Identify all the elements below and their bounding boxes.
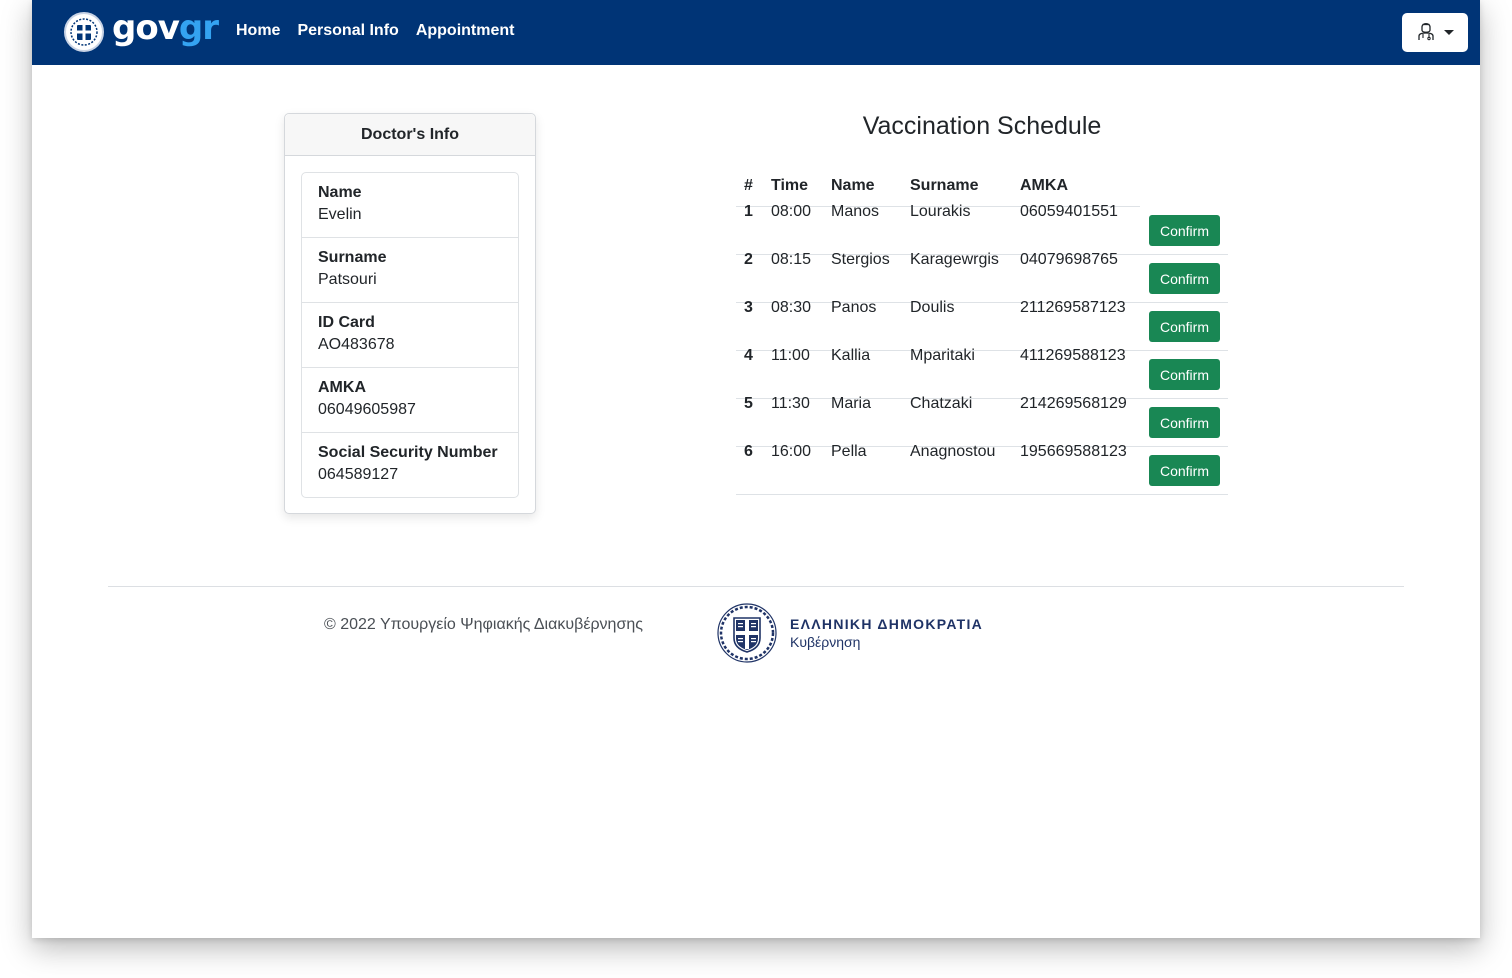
- footer-copyright: © 2022 Υπουργείο Ψηφιακής Διακυβέρνησης: [324, 616, 643, 633]
- top-navbar: govgr Home Personal Info Appointment: [32, 0, 1480, 65]
- info-value: 06049605987: [318, 401, 416, 418]
- brand-gr-text: gr: [178, 8, 219, 48]
- row-amka: 06059401551: [1020, 203, 1118, 220]
- row-number: 3: [744, 299, 753, 316]
- hellenic-republic-text: ΕΛΛΗΝΙΚΗ ΔΗΜΟΚΡΑΤΙΑ Κυβέρνηση: [790, 615, 983, 651]
- brand-gov-text: gov: [112, 8, 180, 48]
- vaccination-schedule-table: # Time Name Surname AMKA 1 08:00 Manos L…: [736, 166, 1228, 495]
- brand-wordmark: govgr: [112, 8, 219, 48]
- info-label: Name: [318, 184, 362, 201]
- hellenic-emblem-icon: [717, 603, 777, 663]
- confirm-button[interactable]: Confirm: [1149, 311, 1220, 342]
- row-surname: Mparitaki: [910, 347, 975, 364]
- row-number: 4: [744, 347, 753, 364]
- row-surname: Chatzaki: [910, 395, 973, 412]
- column-header-name: Name: [831, 177, 875, 194]
- govgr-brand-logo[interactable]: govgr: [64, 8, 219, 52]
- info-label: Social Security Number: [318, 444, 498, 461]
- nav-link-personal-info[interactable]: Personal Info: [297, 22, 398, 40]
- confirm-button[interactable]: Confirm: [1149, 407, 1220, 438]
- table-header-row: # Time Name Surname AMKA: [736, 166, 1140, 207]
- info-value: Evelin: [318, 206, 362, 223]
- footer-divider: [108, 586, 1404, 587]
- confirm-button[interactable]: Confirm: [1149, 455, 1220, 486]
- confirm-button[interactable]: Confirm: [1149, 359, 1220, 390]
- table-row: 3 08:30 Panos Doulis 211269587123 Confir…: [736, 299, 1228, 351]
- info-item-id-card: ID Card AO483678: [302, 303, 518, 368]
- greek-emblem-icon: [64, 12, 104, 52]
- row-surname: Anagnostou: [910, 443, 996, 460]
- row-amka: 211269587123: [1020, 299, 1126, 316]
- row-time: 11:00: [771, 347, 810, 364]
- info-label: AMKA: [318, 379, 366, 396]
- row-name: Manos: [831, 203, 880, 220]
- row-name: Pella: [831, 443, 867, 460]
- nav-links: Home Personal Info Appointment: [236, 22, 531, 40]
- row-time: 08:30: [771, 299, 812, 316]
- info-value: 064589127: [318, 466, 399, 483]
- row-number: 1: [744, 203, 753, 220]
- user-menu-dropdown-button[interactable]: [1402, 13, 1468, 52]
- table-row: 4 11:00 Kallia Mparitaki 411269588123 Co…: [736, 347, 1228, 399]
- column-header-surname: Surname: [910, 177, 979, 194]
- hellenic-republic-logo[interactable]: ΕΛΛΗΝΙΚΗ ΔΗΜΟΚΡΑΤΙΑ Κυβέρνηση: [716, 602, 983, 664]
- row-amka: 411269588123: [1020, 347, 1126, 364]
- info-item-social-security-number: Social Security Number 064589127: [302, 433, 518, 497]
- row-amka: 195669588123: [1020, 443, 1127, 460]
- nav-link-home[interactable]: Home: [236, 22, 280, 40]
- row-surname: Lourakis: [910, 203, 971, 220]
- row-time: 11:30: [771, 395, 810, 412]
- column-header-amka: AMKA: [1020, 177, 1068, 194]
- nav-link-appointment[interactable]: Appointment: [416, 22, 515, 40]
- table-row: 6 16:00 Pella Anagnostou 195669588123 Co…: [736, 443, 1228, 495]
- row-amka: 04079698765: [1020, 251, 1118, 268]
- row-name: Maria: [831, 395, 872, 412]
- row-surname: Doulis: [910, 299, 955, 316]
- confirm-button[interactable]: Confirm: [1149, 263, 1220, 294]
- table-row: 1 08:00 Manos Lourakis 06059401551 Confi…: [736, 203, 1228, 255]
- column-header-time: Time: [771, 177, 809, 194]
- row-surname: Karagewrgis: [910, 251, 999, 268]
- row-number: 2: [744, 251, 753, 268]
- column-header-number: #: [744, 177, 753, 194]
- browser-viewport: govgr Home Personal Info Appointment Doc: [32, 0, 1480, 938]
- confirm-button[interactable]: Confirm: [1149, 215, 1220, 246]
- info-item-surname: Surname Patsouri: [302, 238, 518, 303]
- row-name: Stergios: [831, 251, 890, 268]
- info-item-name: Name Evelin: [302, 173, 518, 238]
- hellenic-republic-title: ΕΛΛΗΝΙΚΗ ΔΗΜΟΚΡΑΤΙΑ: [790, 616, 984, 632]
- info-value: AO483678: [318, 336, 395, 353]
- info-value: Patsouri: [318, 271, 377, 288]
- row-number: 5: [744, 395, 753, 412]
- row-name: Kallia: [831, 347, 871, 364]
- row-time: 16:00: [771, 443, 812, 460]
- government-subtitle: Κυβέρνηση: [790, 634, 861, 650]
- info-label: ID Card: [318, 314, 375, 331]
- doctor-info-list: Name Evelin Surname Patsouri ID Card AO4…: [301, 172, 519, 498]
- row-amka: 214269568129: [1020, 395, 1127, 412]
- schedule-title: Vaccination Schedule: [862, 112, 1102, 140]
- row-name: Panos: [831, 299, 877, 316]
- table-row: 2 08:15 Stergios Karagewrgis 04079698765…: [736, 251, 1228, 303]
- info-label: Surname: [318, 249, 387, 266]
- doctor-info-card-title: Doctor's Info: [285, 114, 535, 156]
- table-row: 5 11:30 Maria Chatzaki 214269568129 Conf…: [736, 395, 1228, 447]
- row-number: 6: [744, 443, 753, 460]
- info-item-amka: AMKA 06049605987: [302, 368, 518, 433]
- doctor-info-card: Doctor's Info Name Evelin Surname Patsou…: [284, 113, 536, 514]
- row-time: 08:00: [771, 203, 812, 220]
- chevron-down-icon: [1443, 30, 1454, 35]
- doctor-avatar-icon: [1417, 19, 1435, 46]
- row-time: 08:15: [771, 251, 812, 268]
